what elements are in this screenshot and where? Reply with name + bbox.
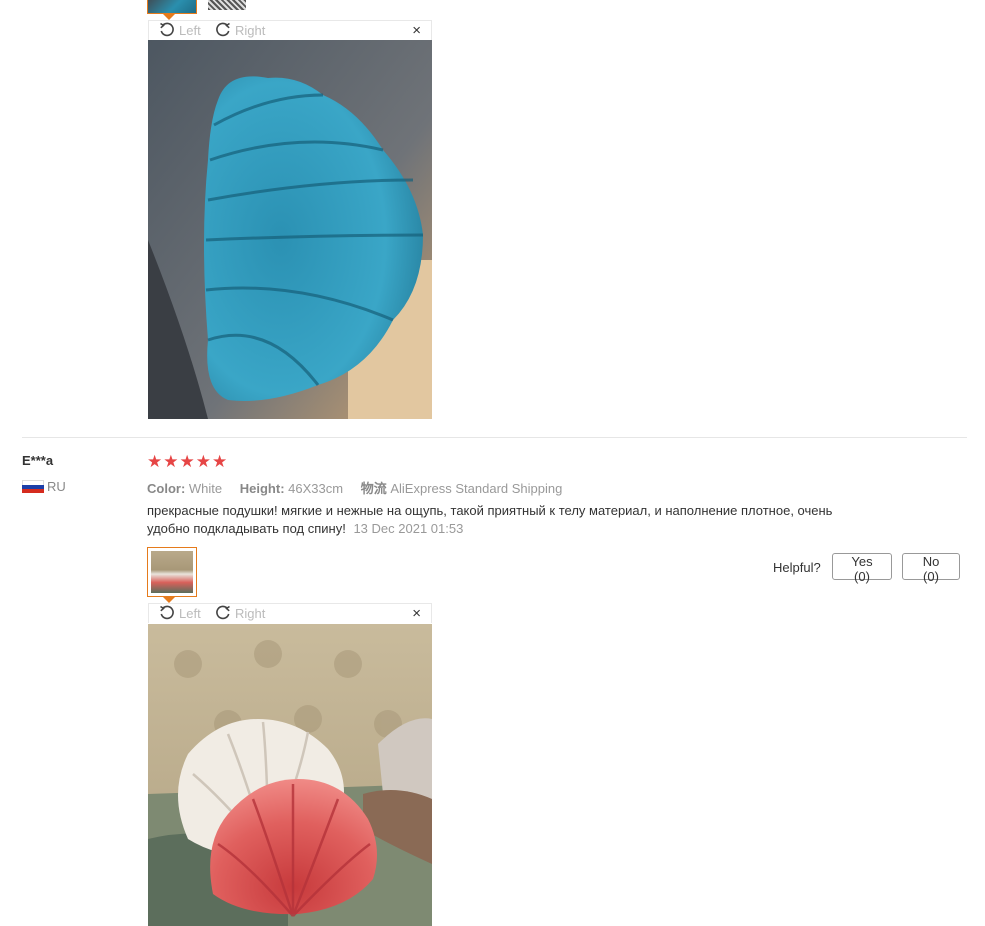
review-photo-teal-shell-pillow <box>148 40 432 419</box>
image-viewer-toolbar: Left Right × <box>148 20 432 40</box>
review-thumbnail-shell-pillows[interactable] <box>147 547 197 597</box>
review-body: прекрасные подушки! мягкие и нежные на о… <box>147 502 867 538</box>
review-text: прекрасные подушки! мягкие и нежные на о… <box>147 503 833 536</box>
rotate-right-icon <box>216 22 230 37</box>
rotate-left-button[interactable]: Left <box>159 605 201 621</box>
close-viewer-icon[interactable]: × <box>412 22 421 39</box>
helpful-yes-button[interactable]: Yes (0) <box>832 553 892 584</box>
rotate-right-label: Right <box>235 605 266 621</box>
review-thumbnail-teal[interactable] <box>147 0 197 14</box>
rotate-right-icon <box>216 605 230 620</box>
helpful-label: Helpful? <box>773 560 821 575</box>
review-photo-white-and-coral-shell-pillows <box>148 624 432 926</box>
rotate-right-label: Right <box>235 22 266 38</box>
review-thumbnail-patterned[interactable] <box>208 0 246 10</box>
height-key: Height: <box>239 481 285 496</box>
star-rating: ★★★★★ <box>147 452 229 471</box>
rotate-left-label: Left <box>179 605 201 621</box>
reviewer-country: RU <box>22 479 66 494</box>
country-code: RU <box>47 479 66 494</box>
image-viewer-toolbar: Left Right × <box>148 603 432 623</box>
russia-flag-icon <box>22 479 44 494</box>
rotate-left-icon <box>160 605 174 620</box>
color-key: Color: <box>147 481 186 496</box>
reviewer-name: E***a <box>22 453 54 468</box>
color-value: White <box>188 481 223 496</box>
rotate-right-button[interactable]: Right <box>215 605 265 621</box>
rotate-left-button[interactable]: Left <box>159 22 201 38</box>
shipping-key: 物流 <box>360 481 387 496</box>
close-viewer-icon[interactable]: × <box>412 605 421 622</box>
rotate-left-label: Left <box>179 22 201 38</box>
review-sku-info: Color: White Height: 46X33cm 物流 AliExpre… <box>147 478 576 497</box>
rotate-right-button[interactable]: Right <box>215 22 265 38</box>
height-value: 46X33cm <box>288 481 344 496</box>
shipping-value: AliExpress Standard Shipping <box>390 481 563 496</box>
review-date: 13 Dec 2021 01:53 <box>353 521 464 536</box>
review-divider <box>22 437 967 438</box>
helpful-no-button[interactable]: No (0) <box>902 553 960 584</box>
rotate-left-icon <box>160 22 174 37</box>
